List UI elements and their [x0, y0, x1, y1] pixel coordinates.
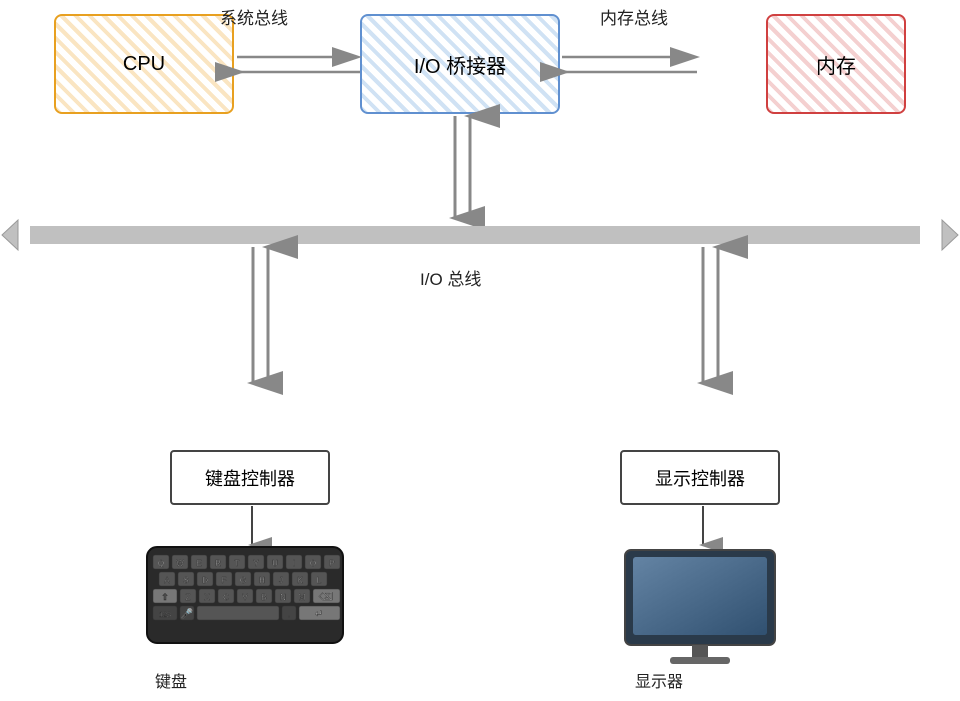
svg-text:J: J [279, 576, 283, 585]
svg-text:V: V [242, 593, 248, 602]
svg-text:M: M [299, 593, 306, 602]
svg-text:F: F [222, 576, 227, 585]
svg-text:R: R [215, 559, 221, 568]
svg-text:⇧: ⇧ [161, 592, 169, 602]
svg-text:123: 123 [159, 612, 171, 619]
memory-box: 内存 [766, 14, 906, 114]
io-bridge-box: I/O 桥接器 [360, 14, 560, 114]
svg-text:X: X [204, 593, 210, 602]
svg-text:S: S [183, 576, 188, 585]
svg-text:G: G [240, 576, 246, 585]
svg-text:Q: Q [158, 559, 164, 568]
svg-text:W: W [176, 559, 184, 568]
svg-text:⌫: ⌫ [319, 592, 333, 603]
keyboard-label: 键盘 [155, 668, 187, 692]
svg-text:H: H [259, 576, 265, 585]
svg-text:B: B [261, 593, 266, 602]
memory-bus-label: 内存总线 [600, 4, 668, 29]
cpu-label: CPU [123, 53, 165, 76]
system-bus-label: 系统总线 [220, 4, 288, 29]
display-ctrl-label: 显示控制器 [655, 465, 745, 491]
svg-text:.: . [288, 610, 290, 619]
svg-text:P: P [329, 559, 334, 568]
svg-text:D: D [202, 576, 208, 585]
svg-text:K: K [297, 576, 303, 585]
svg-text:Y: Y [253, 559, 259, 568]
svg-text:O: O [310, 559, 316, 568]
display-label: 显示器 [635, 668, 683, 692]
keyboard-icon: Q W E R T Y U I O P A S D F G H J K [145, 545, 345, 655]
svg-text:A: A [164, 576, 170, 585]
svg-text:I: I [293, 559, 295, 568]
svg-text:🎤: 🎤 [181, 607, 194, 620]
memory-label: 内存 [816, 50, 856, 79]
io-bridge-label: I/O 桥接器 [414, 50, 506, 79]
keyboard-controller-box: 键盘控制器 [170, 450, 330, 505]
keyboard-ctrl-label: 键盘控制器 [205, 465, 295, 491]
svg-text:T: T [235, 559, 240, 568]
io-bus-label: I/O 总线 [420, 265, 481, 290]
diagram: CPU I/O 桥接器 内存 系统总线 内存总线 I/O 总线 键盘控制器 显示… [0, 0, 960, 701]
svg-text:↵: ↵ [315, 609, 323, 620]
monitor-icon [615, 545, 785, 665]
svg-text:N: N [280, 593, 286, 602]
cpu-box: CPU [54, 14, 234, 114]
svg-text:Z: Z [186, 593, 191, 602]
svg-text:E: E [196, 559, 201, 568]
svg-text:L: L [317, 576, 322, 585]
svg-text:U: U [272, 559, 278, 568]
svg-text:C: C [223, 593, 229, 602]
display-controller-box: 显示控制器 [620, 450, 780, 505]
